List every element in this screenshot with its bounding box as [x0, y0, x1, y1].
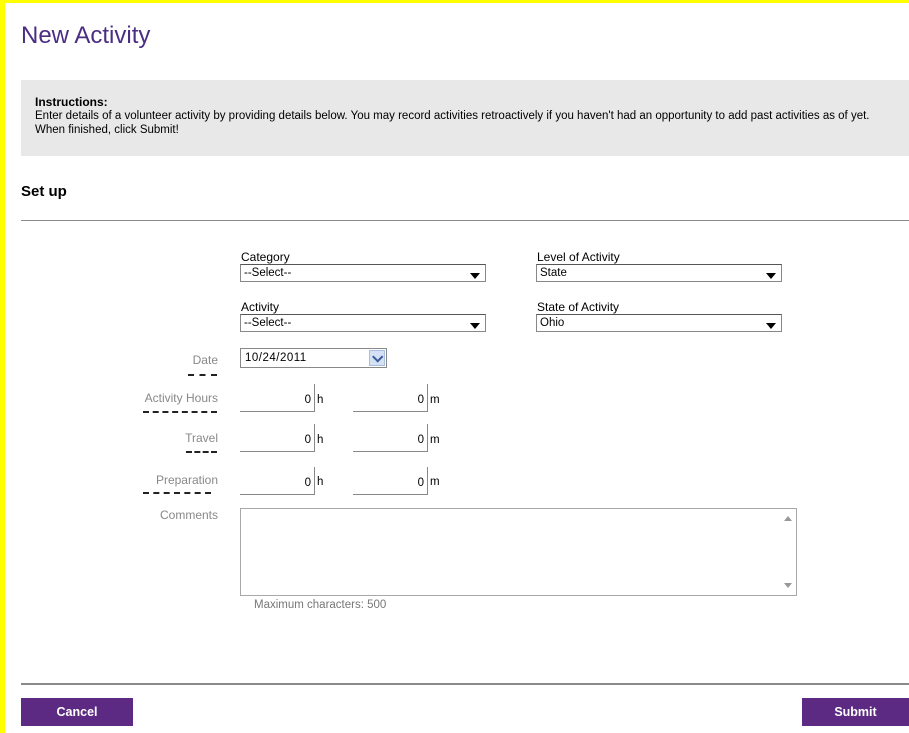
- activity-hours-value: 0: [304, 394, 311, 406]
- travel-minutes-value: 0: [417, 434, 424, 446]
- preparation-hours-value: 0: [304, 477, 311, 489]
- preparation-minutes-input[interactable]: 0: [353, 467, 428, 495]
- category-label: Category: [241, 250, 290, 264]
- category-value: --Select--: [244, 267, 292, 279]
- date-value: 10/24/2011: [245, 352, 307, 364]
- level-value: State: [540, 267, 567, 279]
- submit-button[interactable]: Submit: [802, 698, 909, 726]
- instructions-heading: Instructions:: [35, 95, 108, 109]
- activity-hours-label-underline: [143, 411, 217, 413]
- date-picker-button[interactable]: [369, 350, 385, 366]
- activity-select[interactable]: --Select--: [240, 314, 486, 332]
- activity-label: Activity: [241, 300, 280, 314]
- cancel-button[interactable]: Cancel: [21, 698, 133, 726]
- travel-minutes-input[interactable]: 0: [353, 424, 428, 452]
- chevron-down-icon: [372, 351, 384, 363]
- comments-max-characters: Maximum characters: 500: [254, 599, 387, 611]
- comments-label: Comments: [159, 508, 218, 522]
- comments-scrollbar[interactable]: [779, 509, 796, 595]
- activity-hours-label: Activity Hours: [144, 391, 218, 405]
- caret-down-icon: [470, 323, 480, 329]
- minutes-unit: m: [430, 394, 440, 406]
- frame-top-border: [0, 0, 909, 3]
- level-select[interactable]: State: [536, 264, 782, 282]
- instructions-text: Enter details of a volunteer activity by…: [35, 110, 870, 136]
- travel-hours-value: 0: [304, 434, 311, 446]
- state-label: State of Activity: [537, 300, 620, 314]
- preparation-label: Preparation: [155, 473, 218, 487]
- date-label: Date: [192, 353, 218, 367]
- section-title: Set up: [21, 183, 67, 200]
- arrow-up-icon[interactable]: [784, 516, 792, 521]
- travel-label-underline: [186, 451, 217, 453]
- frame-left-border: [0, 0, 5, 733]
- level-label: Level of Activity: [537, 250, 620, 264]
- page-title: New Activity: [21, 22, 151, 49]
- travel-label: Travel: [185, 431, 218, 445]
- date-field[interactable]: 10/24/2011: [240, 348, 387, 368]
- preparation-minutes-value: 0: [417, 477, 424, 489]
- minutes-unit: m: [430, 476, 440, 488]
- activity-minutes-value: 0: [417, 394, 424, 406]
- travel-hours-input[interactable]: 0: [240, 424, 315, 452]
- instructions-panel: Instructions: Enter details of a volunte…: [21, 80, 909, 156]
- preparation-label-underline: [143, 492, 211, 494]
- divider-top: [21, 220, 909, 221]
- activity-minutes-input[interactable]: 0: [353, 384, 428, 412]
- preparation-hours-input[interactable]: 0: [240, 467, 315, 495]
- date-label-underline: [188, 374, 217, 376]
- state-select[interactable]: Ohio: [536, 314, 782, 332]
- activity-value: --Select--: [244, 317, 292, 329]
- minutes-unit: m: [430, 434, 440, 446]
- caret-down-icon: [470, 273, 480, 279]
- state-value: Ohio: [540, 317, 565, 329]
- activity-hours-input[interactable]: 0: [240, 384, 315, 412]
- comments-textarea[interactable]: [240, 508, 797, 596]
- divider-bottom: [21, 683, 909, 685]
- hours-unit: h: [317, 476, 324, 488]
- caret-down-icon: [766, 323, 776, 329]
- arrow-down-icon[interactable]: [784, 583, 792, 588]
- caret-down-icon: [766, 273, 776, 279]
- hours-unit: h: [317, 434, 324, 446]
- category-select[interactable]: --Select--: [240, 264, 486, 282]
- hours-unit: h: [317, 394, 324, 406]
